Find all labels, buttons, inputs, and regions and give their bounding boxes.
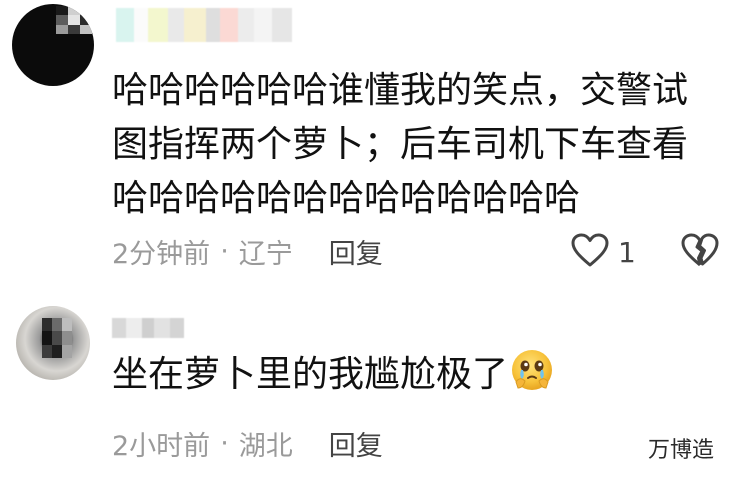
meta-separator: ·	[220, 428, 229, 459]
username-censored[interactable]	[112, 318, 184, 338]
heart-outline-icon	[570, 232, 610, 272]
reply-button[interactable]: 回复	[329, 232, 383, 271]
broken-heart-icon	[680, 233, 720, 272]
avatar[interactable]	[16, 306, 90, 380]
watermark: 万博造	[648, 438, 715, 463]
reply-button[interactable]: 回复	[329, 424, 383, 463]
comment-time: 2分钟前	[112, 239, 211, 270]
dislike-button[interactable]	[680, 232, 720, 272]
comment-text-line: 哈哈哈哈哈哈谁懂我的笑点，交警试	[112, 70, 689, 111]
comment-item: 坐在萝卜里的我尴尬极了 2小时前 · 湖北 回复	[0, 290, 740, 480]
comment-meta: 2分钟前 · 辽宁 回复	[112, 232, 383, 271]
comment-item: 哈哈哈哈哈哈谁懂我的笑点，交警试 图指挥两个萝卜；后车司机下车查看 哈哈哈哈哈哈…	[0, 0, 740, 290]
meta-separator: ·	[220, 236, 229, 267]
comment-location: 辽宁	[238, 239, 293, 270]
avatar-mosaic	[42, 318, 72, 358]
comment-time: 2小时前	[112, 431, 211, 462]
comment-meta: 2小时前 · 湖北 回复	[112, 424, 383, 463]
comment-text: 哈哈哈哈哈哈谁懂我的笑点，交警试 图指挥两个萝卜；后车司机下车查看 哈哈哈哈哈哈…	[112, 64, 688, 226]
like-count: 1	[618, 235, 636, 269]
comment-location: 湖北	[238, 431, 293, 462]
comment-text-content: 坐在萝卜里的我尴尬极了	[112, 354, 509, 395]
avatar[interactable]	[12, 4, 94, 86]
like-button[interactable]: 1	[570, 232, 636, 272]
comment-text-line: 哈哈哈哈哈哈哈哈哈哈哈哈哈	[112, 178, 581, 219]
crying-face-emoji	[510, 348, 554, 392]
comment-text-line: 图指挥两个萝卜；后车司机下车查看	[112, 124, 689, 165]
comment-text: 坐在萝卜里的我尴尬极了	[112, 348, 554, 402]
comment-text-line: 坐在萝卜里的我尴尬极了	[112, 348, 554, 402]
avatar-mosaic	[56, 6, 92, 34]
username-censored[interactable]	[116, 8, 292, 42]
